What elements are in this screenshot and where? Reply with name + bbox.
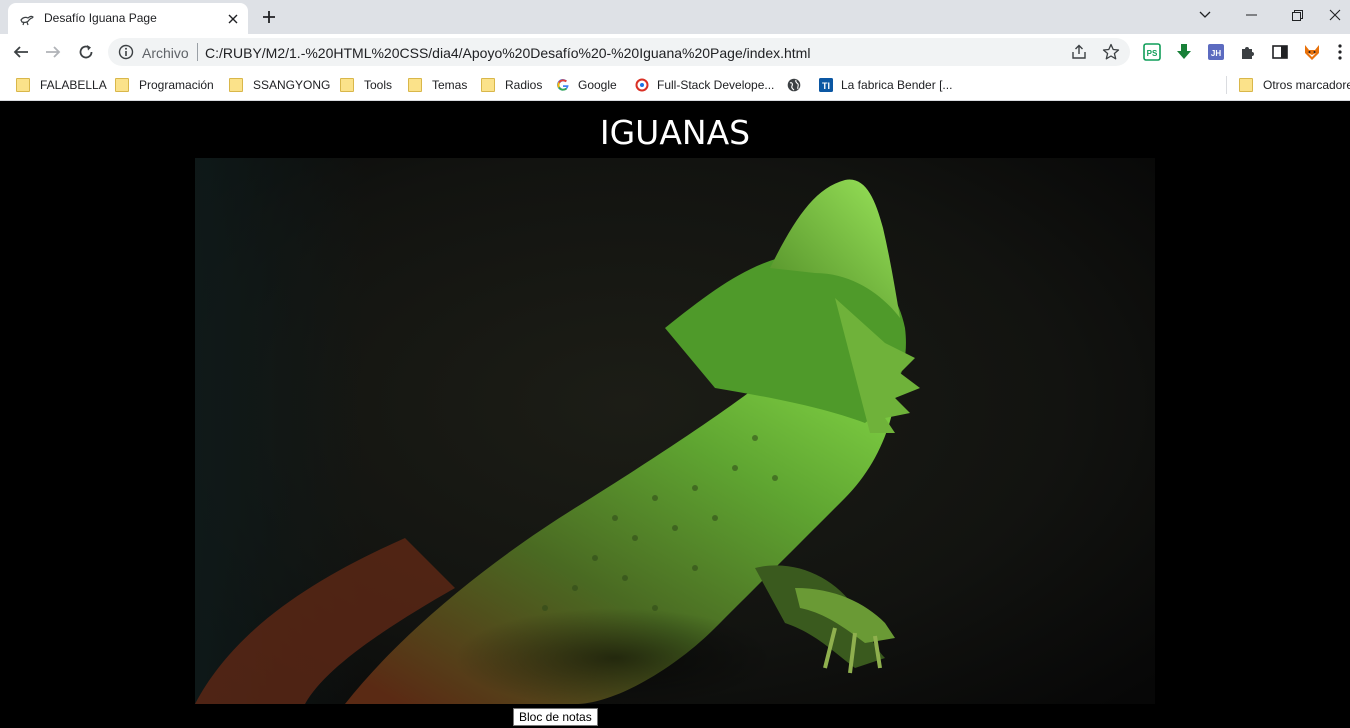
tab-close-icon[interactable] [224, 10, 242, 28]
fullstack-icon [635, 78, 649, 92]
svg-text:TI: TI [822, 81, 830, 91]
ps-extension-icon[interactable]: PS [1143, 43, 1161, 61]
bookmark-other[interactable]: Otros marcadores [1239, 76, 1350, 94]
tab-strip: Desafío Iguana Page [0, 0, 1350, 34]
jh-extension-icon[interactable]: JH [1207, 43, 1225, 61]
taskbar-tooltip: Bloc de notas [513, 708, 598, 726]
bookmark-bender[interactable]: TI La fabrica Bender [... [819, 76, 952, 94]
bookmark-label: La fabrica Bender [... [841, 78, 953, 92]
folder-icon [115, 78, 129, 92]
bookmark-google[interactable]: Google [556, 76, 617, 94]
bookmark-label: Temas [432, 78, 468, 92]
svg-text:JH: JH [1211, 49, 1221, 58]
bookmark-fullstack[interactable]: Full-Stack Develope... [635, 76, 774, 94]
omnibox-separator [197, 43, 198, 61]
bookmarks-divider [1226, 76, 1227, 94]
tab-active[interactable]: Desafío Iguana Page [8, 3, 248, 34]
browser-menu-dots-icon[interactable] [1335, 43, 1345, 61]
bookmark-label: Tools [364, 78, 393, 92]
folder-icon [16, 78, 30, 92]
folder-icon [1239, 78, 1253, 92]
bookmark-label: Radios [505, 78, 543, 92]
forward-arrow-icon[interactable] [39, 38, 67, 66]
globe-icon [787, 78, 801, 92]
bookmark-radios[interactable]: Radios [481, 76, 542, 94]
folder-icon [481, 78, 495, 92]
bookmark-ssangyong[interactable]: SSANGYONG [229, 76, 330, 94]
bookmark-label: Full-Stack Develope... [657, 78, 775, 92]
address-bar[interactable]: Archivo C:/RUBY/M2/1.-%20HTML%20CSS/dia4… [108, 38, 1130, 66]
bookmark-label: SSANGYONG [253, 78, 331, 92]
restore-icon[interactable] [1274, 0, 1320, 30]
new-tab-plus-icon[interactable] [258, 6, 280, 28]
puzzle-icon[interactable] [1239, 43, 1257, 61]
page-content: IGUANAS [0, 103, 1350, 728]
info-icon[interactable] [118, 44, 134, 60]
bookmark-label: Google [578, 78, 617, 92]
bookmark-temas[interactable]: Temas [408, 76, 467, 94]
google-icon [557, 79, 569, 91]
folder-icon [340, 78, 354, 92]
svg-text:PS: PS [1147, 49, 1158, 58]
browser-toolbar: Archivo C:/RUBY/M2/1.-%20HTML%20CSS/dia4… [0, 34, 1350, 70]
fox-extension-icon[interactable] [1303, 43, 1321, 61]
share-icon[interactable] [1070, 43, 1088, 61]
bookmark-falabella[interactable]: FALABELLA [16, 76, 107, 94]
window-close-icon[interactable] [1320, 0, 1350, 30]
bookmark-label: Programación [139, 78, 214, 92]
minimize-icon[interactable] [1228, 0, 1274, 30]
iguana-photo [195, 158, 1155, 704]
bookmark-tools[interactable]: Tools [340, 76, 392, 94]
bookmark-star-icon[interactable] [1102, 43, 1120, 61]
bookmark-globe[interactable] [787, 76, 809, 94]
tab-search-chevron-icon[interactable] [1182, 0, 1228, 30]
back-arrow-icon[interactable] [7, 38, 35, 66]
folder-icon [408, 78, 422, 92]
scheme-label: Archivo [142, 45, 189, 61]
bookmarks-bar: FALABELLA Programación SSANGYONG Tools T… [0, 70, 1350, 101]
reload-icon[interactable] [72, 38, 100, 66]
tab-title: Desafío Iguana Page [44, 11, 157, 25]
page-title: IGUANAS [599, 113, 751, 152]
bookmark-programacion[interactable]: Programación [115, 76, 214, 94]
bender-icon: TI [819, 78, 833, 92]
bookmark-label: FALABELLA [40, 78, 107, 92]
bookmark-label: Otros marcadores [1263, 78, 1350, 92]
download-arrow-icon[interactable] [1175, 43, 1193, 61]
folder-icon [229, 78, 243, 92]
sidepanel-icon[interactable] [1271, 43, 1289, 61]
url-text[interactable]: C:/RUBY/M2/1.-%20HTML%20CSS/dia4/Apoyo%2… [205, 45, 810, 61]
lizard-favicon-icon [20, 15, 34, 26]
